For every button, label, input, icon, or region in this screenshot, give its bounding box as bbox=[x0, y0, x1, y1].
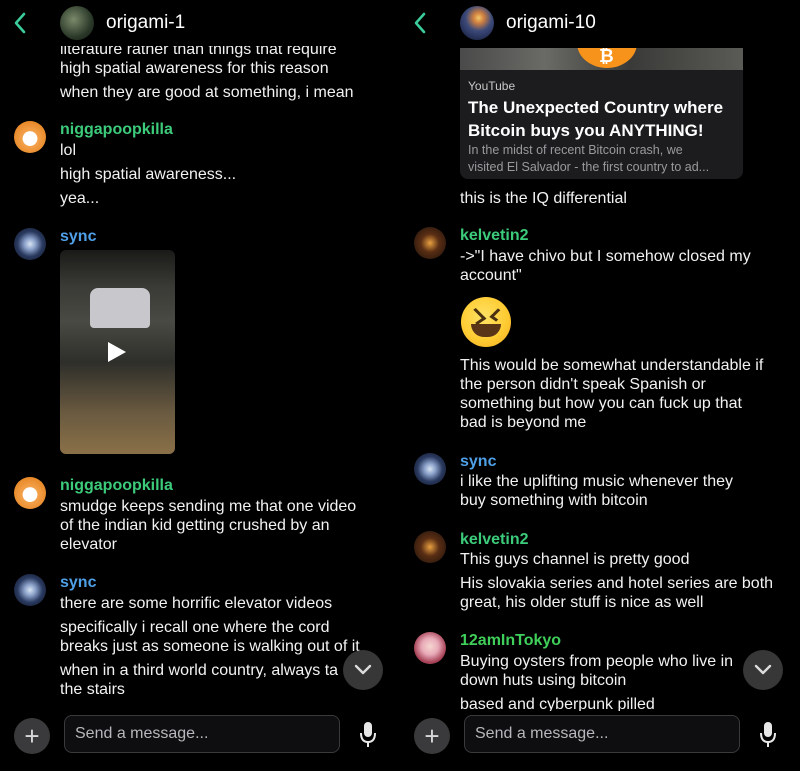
back-button[interactable] bbox=[0, 0, 40, 46]
author-name[interactable]: sync bbox=[60, 228, 96, 246]
avatar[interactable] bbox=[14, 477, 46, 509]
scroll-to-bottom-button[interactable] bbox=[743, 650, 783, 690]
message-input[interactable] bbox=[64, 715, 340, 753]
message-line: i like the uplifting music whenever they bbox=[460, 473, 734, 490]
message-line: smudge keeps sending me that one video bbox=[60, 498, 357, 515]
header: origami-1 bbox=[0, 0, 400, 46]
message-line: This guys channel is pretty good bbox=[460, 551, 690, 568]
message-line: account" bbox=[460, 267, 522, 284]
embed-title[interactable]: The Unexpected Country where Bitcoin buys… bbox=[468, 96, 723, 142]
author-name[interactable]: niggapoopkilla bbox=[60, 121, 173, 139]
author-name[interactable]: niggapoopkilla bbox=[60, 477, 173, 495]
embed-title-line: Bitcoin buys you ANYTHING! bbox=[468, 121, 704, 140]
room-title[interactable]: origami-10 bbox=[506, 12, 596, 34]
embed-description: In the midst of recent Bitcoin crash, we… bbox=[468, 142, 709, 176]
author-name[interactable]: kelvetin2 bbox=[460, 227, 528, 245]
message-line: when they are good at something, i mean bbox=[60, 84, 354, 101]
author-name[interactable]: 12amInTokyo bbox=[460, 632, 561, 650]
composer: + bbox=[0, 711, 400, 771]
message-feed[interactable]: literature rather than things that requi… bbox=[0, 0, 400, 771]
microphone-icon[interactable] bbox=[758, 721, 778, 749]
message-line: down huts using bitcoin bbox=[460, 672, 627, 689]
message-line: specifically i recall one where the cord bbox=[60, 619, 330, 636]
message-line: elevator bbox=[60, 536, 117, 553]
avatar[interactable] bbox=[414, 227, 446, 259]
back-button[interactable] bbox=[400, 0, 440, 46]
back-chevron-icon bbox=[14, 12, 26, 34]
message-line: there are some horrific elevator videos bbox=[60, 595, 333, 612]
author-name[interactable]: sync bbox=[460, 453, 496, 471]
avatar[interactable] bbox=[414, 453, 446, 485]
laughing-emoji-icon bbox=[461, 297, 511, 347]
header: origami-10 bbox=[400, 0, 800, 46]
message-line: ->"I have chivo but I somehow closed my bbox=[460, 248, 751, 265]
avatar[interactable] bbox=[14, 574, 46, 606]
message-line: lol bbox=[60, 142, 77, 159]
plus-icon: + bbox=[24, 720, 40, 751]
plus-icon: + bbox=[424, 720, 440, 751]
chat-screen-left: literature rather than things that requi… bbox=[0, 0, 400, 771]
avatar[interactable] bbox=[14, 228, 46, 260]
chat-screen-right: ₿ YouTube The Unexpected Country where Bi… bbox=[400, 0, 800, 771]
link-embed[interactable]: ₿ YouTube The Unexpected Country where Bi… bbox=[460, 48, 743, 179]
room-avatar[interactable] bbox=[60, 6, 94, 40]
message-line: bad is beyond me bbox=[460, 414, 587, 431]
chevron-down-icon bbox=[354, 664, 372, 675]
composer: + bbox=[400, 711, 800, 771]
message-line: This would be somewhat understandable if bbox=[460, 357, 764, 374]
scroll-to-bottom-button[interactable] bbox=[343, 650, 383, 690]
message-line: high spatial awareness... bbox=[60, 166, 237, 183]
play-icon[interactable] bbox=[108, 342, 126, 362]
microphone-icon[interactable] bbox=[358, 721, 378, 749]
message-line: of the indian kid getting crushed by an bbox=[60, 517, 330, 534]
avatar[interactable] bbox=[414, 632, 446, 664]
bitcoin-icon: ₿ bbox=[577, 48, 637, 68]
message-line: the person didn't speak Spanish or bbox=[460, 376, 706, 393]
author-name[interactable]: sync bbox=[60, 574, 96, 592]
message-input[interactable] bbox=[464, 715, 740, 753]
attach-button[interactable]: + bbox=[414, 718, 450, 754]
message-line: yea... bbox=[60, 190, 100, 207]
message-line: great, his older stuff is nice as well bbox=[460, 594, 704, 611]
chevron-down-icon bbox=[754, 664, 772, 675]
embed-title-line: The Unexpected Country where bbox=[468, 98, 724, 117]
message-line: when in a third world country, always ta bbox=[60, 662, 339, 679]
video-thumbnail bbox=[90, 288, 150, 328]
embed-source: YouTube bbox=[468, 79, 516, 93]
back-chevron-icon bbox=[414, 12, 426, 34]
avatar[interactable] bbox=[414, 531, 446, 563]
embed-thumbnail: ₿ bbox=[460, 48, 743, 70]
message-line: the stairs bbox=[60, 681, 125, 698]
video-attachment[interactable] bbox=[60, 250, 175, 454]
author-name[interactable]: kelvetin2 bbox=[460, 531, 528, 549]
embed-desc-line: In the midst of recent Bitcoin crash, we bbox=[468, 143, 683, 157]
message-line: Buying oysters from people who live in bbox=[460, 653, 734, 670]
message-line: breaks just as someone is walking out of… bbox=[60, 638, 360, 655]
message-feed[interactable]: ₿ YouTube The Unexpected Country where Bi… bbox=[400, 0, 800, 771]
room-avatar[interactable] bbox=[460, 6, 494, 40]
message-line: this is the IQ differential bbox=[460, 190, 627, 207]
message-line: buy something with bitcoin bbox=[460, 492, 648, 509]
embed-desc-line: visited El Salvador - the first country … bbox=[468, 160, 710, 174]
attach-button[interactable]: + bbox=[14, 718, 50, 754]
message-line: something but how you can fuck up that bbox=[460, 395, 742, 412]
room-title[interactable]: origami-1 bbox=[106, 12, 185, 34]
message-line: high spatial awareness for this reason bbox=[60, 60, 329, 77]
message-line: His slovakia series and hotel series are… bbox=[460, 575, 774, 592]
avatar[interactable] bbox=[14, 121, 46, 153]
